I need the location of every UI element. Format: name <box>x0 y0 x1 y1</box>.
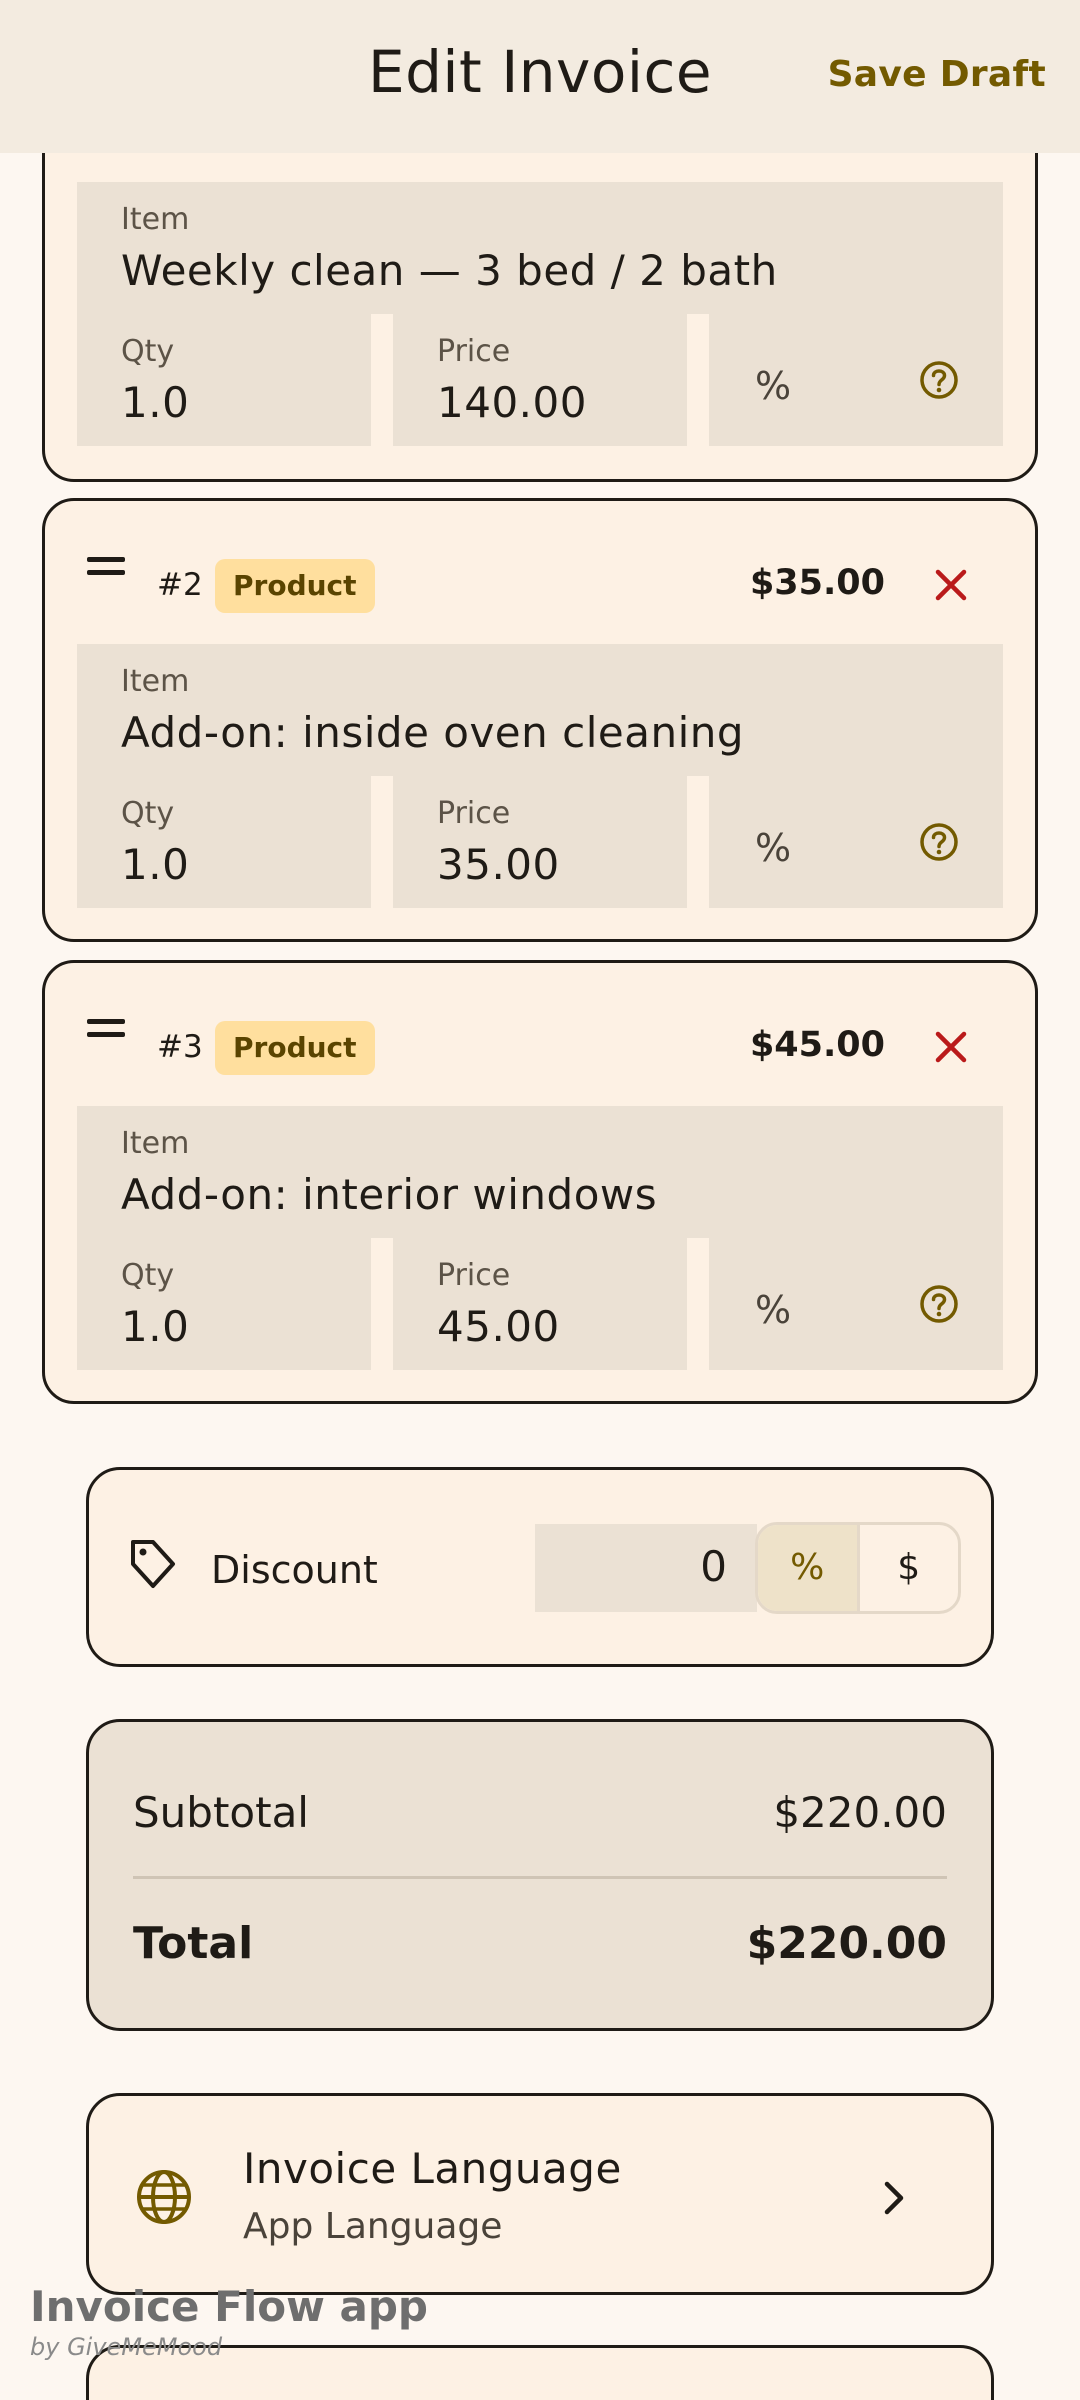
qty-field-label: Qty <box>121 334 175 369</box>
watermark-subtitle: by GiveMeMood <box>30 2333 223 2361</box>
item-field-label: Item <box>121 202 190 237</box>
tax-percent-symbol: % <box>755 1288 792 1332</box>
item-field-value: Add-on: interior windows <box>121 1170 658 1219</box>
line-total: $45.00 <box>749 1025 885 1065</box>
item-field[interactable]: Item Add-on: interior windows <box>77 1106 1003 1238</box>
price-field-label: Price <box>437 1258 511 1293</box>
totals-divider <box>133 1876 947 1879</box>
qty-field[interactable]: Qty 1.0 <box>77 1238 371 1370</box>
price-field-label: Price <box>437 334 511 369</box>
watermark: Invoice Flow app by GiveMeMood <box>30 2282 428 2361</box>
item-field-label: Item <box>121 664 190 699</box>
qty-field-label: Qty <box>121 796 175 831</box>
price-field-value: 45.00 <box>437 1302 560 1351</box>
price-field-label: Price <box>437 796 511 831</box>
discount-label: Discount <box>211 1548 378 1592</box>
invoice-language-value: App Language <box>243 2206 503 2247</box>
item-field-value: Weekly clean — 3 bed / 2 bath <box>121 246 778 295</box>
total-label: Total <box>133 1918 254 1969</box>
drag-handle-icon[interactable] <box>87 557 125 575</box>
chevron-right-icon <box>884 2181 904 2215</box>
qty-field-label: Qty <box>121 1258 175 1293</box>
line-item-card: #2 Product $35.00 Item Add-on: inside ov… <box>42 498 1038 942</box>
line-total: $35.00 <box>749 563 885 603</box>
tax-field[interactable]: % <box>709 314 1003 446</box>
help-icon[interactable] <box>919 360 959 400</box>
globe-icon <box>137 2170 191 2224</box>
qty-field-value: 1.0 <box>121 840 190 889</box>
price-field[interactable]: Price 140.00 <box>393 314 687 446</box>
qty-field[interactable]: Qty 1.0 <box>77 314 371 446</box>
item-type-chip: Product <box>215 559 375 613</box>
discount-card: Discount 0 % $ <box>86 1467 994 1667</box>
discount-mode-toggle: % $ <box>755 1522 961 1614</box>
tax-field[interactable]: % <box>709 776 1003 908</box>
drag-handle-icon[interactable] <box>87 1019 125 1037</box>
save-draft-button[interactable]: Save Draft <box>828 54 1046 95</box>
tax-percent-symbol: % <box>755 826 792 870</box>
close-icon[interactable] <box>933 567 969 603</box>
total-value: $220.00 <box>746 1918 947 1969</box>
tax-field[interactable]: % <box>709 1238 1003 1370</box>
line-item-card: #3 Product $45.00 Item Add-on: interior … <box>42 960 1038 1404</box>
tax-percent-symbol: % <box>755 364 792 408</box>
subtotal-label: Subtotal <box>133 1788 309 1837</box>
price-field[interactable]: Price 45.00 <box>393 1238 687 1370</box>
qty-field-value: 1.0 <box>121 1302 190 1351</box>
item-field-label: Item <box>121 1126 190 1161</box>
qty-field[interactable]: Qty 1.0 <box>77 776 371 908</box>
discount-percent-option[interactable]: % <box>758 1525 860 1611</box>
invoice-language-row[interactable]: Invoice Language App Language <box>86 2093 994 2295</box>
help-icon[interactable] <box>919 822 959 862</box>
price-field[interactable]: Price 35.00 <box>393 776 687 908</box>
item-field[interactable]: Item Weekly clean — 3 bed / 2 bath <box>77 182 1003 314</box>
price-field-value: 35.00 <box>437 840 560 889</box>
item-field[interactable]: Item Add-on: inside oven cleaning <box>77 644 1003 776</box>
discount-input[interactable]: 0 <box>535 1524 757 1612</box>
item-field-value: Add-on: inside oven cleaning <box>121 708 745 757</box>
discount-value: 0 <box>700 1542 727 1591</box>
price-field-value: 140.00 <box>437 378 587 427</box>
item-number: #3 <box>157 1029 203 1065</box>
subtotal-value: $220.00 <box>773 1788 947 1837</box>
app-bar: Edit Invoice Save Draft <box>0 0 1080 153</box>
watermark-title: Invoice Flow app <box>30 2282 428 2331</box>
totals-card: Subtotal $220.00 Total $220.00 <box>86 1719 994 2031</box>
item-type-chip: Product <box>215 1021 375 1075</box>
invoice-language-title: Invoice Language <box>243 2144 622 2193</box>
qty-field-value: 1.0 <box>121 378 190 427</box>
tag-icon <box>131 1540 175 1588</box>
close-icon[interactable] <box>933 1029 969 1065</box>
help-icon[interactable] <box>919 1284 959 1324</box>
discount-amount-option[interactable]: $ <box>860 1525 959 1611</box>
item-number: #2 <box>157 567 203 603</box>
